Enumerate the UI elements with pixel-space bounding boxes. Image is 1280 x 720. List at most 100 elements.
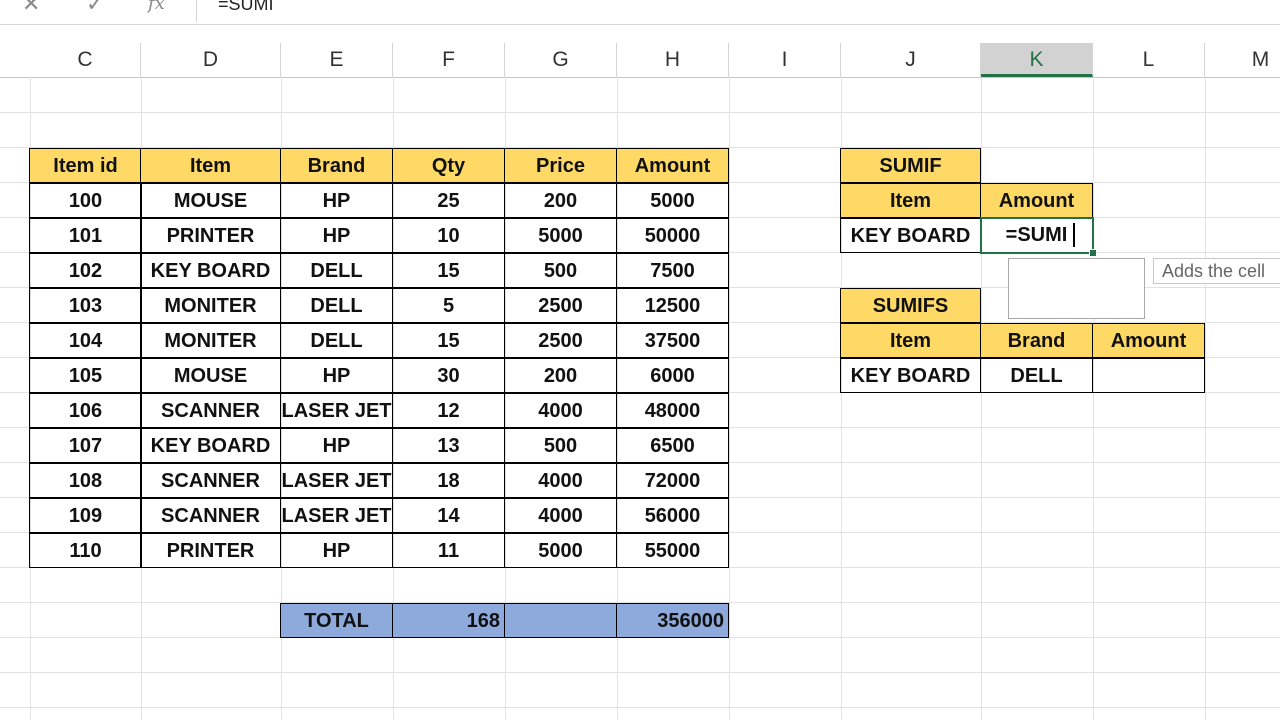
fill-handle[interactable] <box>1089 249 1097 257</box>
total-label[interactable]: TOTAL <box>280 603 393 638</box>
sumifs-brand-cell[interactable]: DELL <box>980 358 1093 393</box>
table-cell-item[interactable]: MONITER <box>140 323 281 358</box>
table-cell-item[interactable]: SCANNER <box>140 393 281 428</box>
table-cell-price[interactable]: 200 <box>504 183 617 218</box>
total-amount[interactable]: 356000 <box>616 603 729 638</box>
table-cell-amount[interactable]: 48000 <box>616 393 729 428</box>
column-header-d[interactable]: D <box>141 43 281 77</box>
formula-input[interactable]: =SUMI <box>218 0 274 16</box>
table-cell-item-id[interactable]: 107 <box>29 428 142 463</box>
table-cell-item-id[interactable]: 101 <box>29 218 142 253</box>
check-icon[interactable]: ✓ <box>86 0 104 16</box>
table-cell-price[interactable]: 2500 <box>504 288 617 323</box>
table-cell-qty[interactable]: 11 <box>392 533 505 568</box>
header-price[interactable]: Price <box>504 148 617 183</box>
table-cell-item[interactable]: SCANNER <box>140 463 281 498</box>
table-cell-qty[interactable]: 15 <box>392 253 505 288</box>
table-cell-price[interactable]: 5000 <box>504 218 617 253</box>
table-cell-qty[interactable]: 13 <box>392 428 505 463</box>
table-cell-price[interactable]: 200 <box>504 358 617 393</box>
table-cell-amount[interactable]: 55000 <box>616 533 729 568</box>
table-cell-price[interactable]: 4000 <box>504 498 617 533</box>
column-header-f[interactable]: F <box>393 43 505 77</box>
table-cell-item-id[interactable]: 105 <box>29 358 142 393</box>
table-cell-item-id[interactable]: 103 <box>29 288 142 323</box>
sumif-title[interactable]: SUMIF <box>840 148 981 183</box>
table-cell-qty[interactable]: 10 <box>392 218 505 253</box>
table-cell-amount[interactable]: 6000 <box>616 358 729 393</box>
table-cell-item-id[interactable]: 110 <box>29 533 142 568</box>
header-item-id[interactable]: Item id <box>29 148 142 183</box>
table-cell-amount[interactable]: 7500 <box>616 253 729 288</box>
table-cell-item[interactable]: SCANNER <box>140 498 281 533</box>
table-cell-brand[interactable]: HP <box>280 183 393 218</box>
sumifs-header-item[interactable]: Item <box>840 323 981 358</box>
table-cell-qty[interactable]: 30 <box>392 358 505 393</box>
table-cell-amount[interactable]: 12500 <box>616 288 729 323</box>
column-header-m[interactable]: M <box>1205 43 1280 77</box>
table-cell-brand[interactable]: LASER JET <box>280 393 393 428</box>
sumifs-amount-cell[interactable] <box>1092 358 1205 393</box>
table-cell-qty[interactable]: 5 <box>392 288 505 323</box>
table-cell-item-id[interactable]: 109 <box>29 498 142 533</box>
table-cell-item-id[interactable]: 108 <box>29 463 142 498</box>
column-header-e[interactable]: E <box>281 43 393 77</box>
table-cell-price[interactable]: 5000 <box>504 533 617 568</box>
table-cell-brand[interactable]: HP <box>280 218 393 253</box>
table-cell-qty[interactable]: 14 <box>392 498 505 533</box>
header-brand[interactable]: Brand <box>280 148 393 183</box>
close-icon[interactable]: ✕ <box>22 0 40 16</box>
table-cell-amount[interactable]: 50000 <box>616 218 729 253</box>
table-cell-brand[interactable]: DELL <box>280 323 393 358</box>
header-qty[interactable]: Qty <box>392 148 505 183</box>
table-cell-brand[interactable]: DELL <box>280 288 393 323</box>
table-cell-price[interactable]: 500 <box>504 253 617 288</box>
column-header-i[interactable]: I <box>729 43 841 77</box>
sumif-item-cell[interactable]: KEY BOARD <box>840 218 981 253</box>
table-cell-brand[interactable]: DELL <box>280 253 393 288</box>
column-header-h[interactable]: H <box>617 43 729 77</box>
table-cell-brand[interactable]: LASER JET <box>280 498 393 533</box>
column-header-l[interactable]: L <box>1093 43 1205 77</box>
column-header-j[interactable]: J <box>841 43 981 77</box>
column-header-g[interactable]: G <box>505 43 617 77</box>
table-cell-brand[interactable]: HP <box>280 358 393 393</box>
table-cell-qty[interactable]: 25 <box>392 183 505 218</box>
table-cell-item[interactable]: MOUSE <box>140 183 281 218</box>
table-cell-item[interactable]: PRINTER <box>140 533 281 568</box>
table-cell-qty[interactable]: 12 <box>392 393 505 428</box>
table-cell-amount[interactable]: 72000 <box>616 463 729 498</box>
table-cell-item[interactable]: KEY BOARD <box>140 428 281 463</box>
table-cell-item[interactable]: PRINTER <box>140 218 281 253</box>
table-cell-amount[interactable]: 56000 <box>616 498 729 533</box>
table-cell-amount[interactable]: 6500 <box>616 428 729 463</box>
fx-icon[interactable]: fx <box>148 0 165 16</box>
table-cell-item[interactable]: MOUSE <box>140 358 281 393</box>
sumifs-header-brand[interactable]: Brand <box>980 323 1093 358</box>
table-cell-item-id[interactable]: 104 <box>29 323 142 358</box>
table-cell-amount[interactable]: 5000 <box>616 183 729 218</box>
table-cell-amount[interactable]: 37500 <box>616 323 729 358</box>
table-cell-item[interactable]: MONITER <box>140 288 281 323</box>
table-cell-item-id[interactable]: 100 <box>29 183 142 218</box>
column-header-k[interactable]: K <box>981 43 1093 77</box>
header-item[interactable]: Item <box>140 148 281 183</box>
sumif-header-item[interactable]: Item <box>840 183 981 218</box>
table-cell-qty[interactable]: 15 <box>392 323 505 358</box>
table-cell-brand[interactable]: HP <box>280 428 393 463</box>
column-header-c[interactable]: C <box>30 43 141 77</box>
table-cell-item-id[interactable]: 102 <box>29 253 142 288</box>
total-price-empty[interactable] <box>504 603 617 638</box>
table-cell-qty[interactable]: 18 <box>392 463 505 498</box>
header-amount[interactable]: Amount <box>616 148 729 183</box>
table-cell-brand[interactable]: HP <box>280 533 393 568</box>
sumifs-item-cell[interactable]: KEY BOARD <box>840 358 981 393</box>
autocomplete-dropdown[interactable] <box>1008 258 1145 319</box>
table-cell-item-id[interactable]: 106 <box>29 393 142 428</box>
table-cell-price[interactable]: 4000 <box>504 393 617 428</box>
table-cell-item[interactable]: KEY BOARD <box>140 253 281 288</box>
table-cell-price[interactable]: 500 <box>504 428 617 463</box>
total-qty[interactable]: 168 <box>392 603 505 638</box>
table-cell-brand[interactable]: LASER JET <box>280 463 393 498</box>
table-cell-price[interactable]: 2500 <box>504 323 617 358</box>
